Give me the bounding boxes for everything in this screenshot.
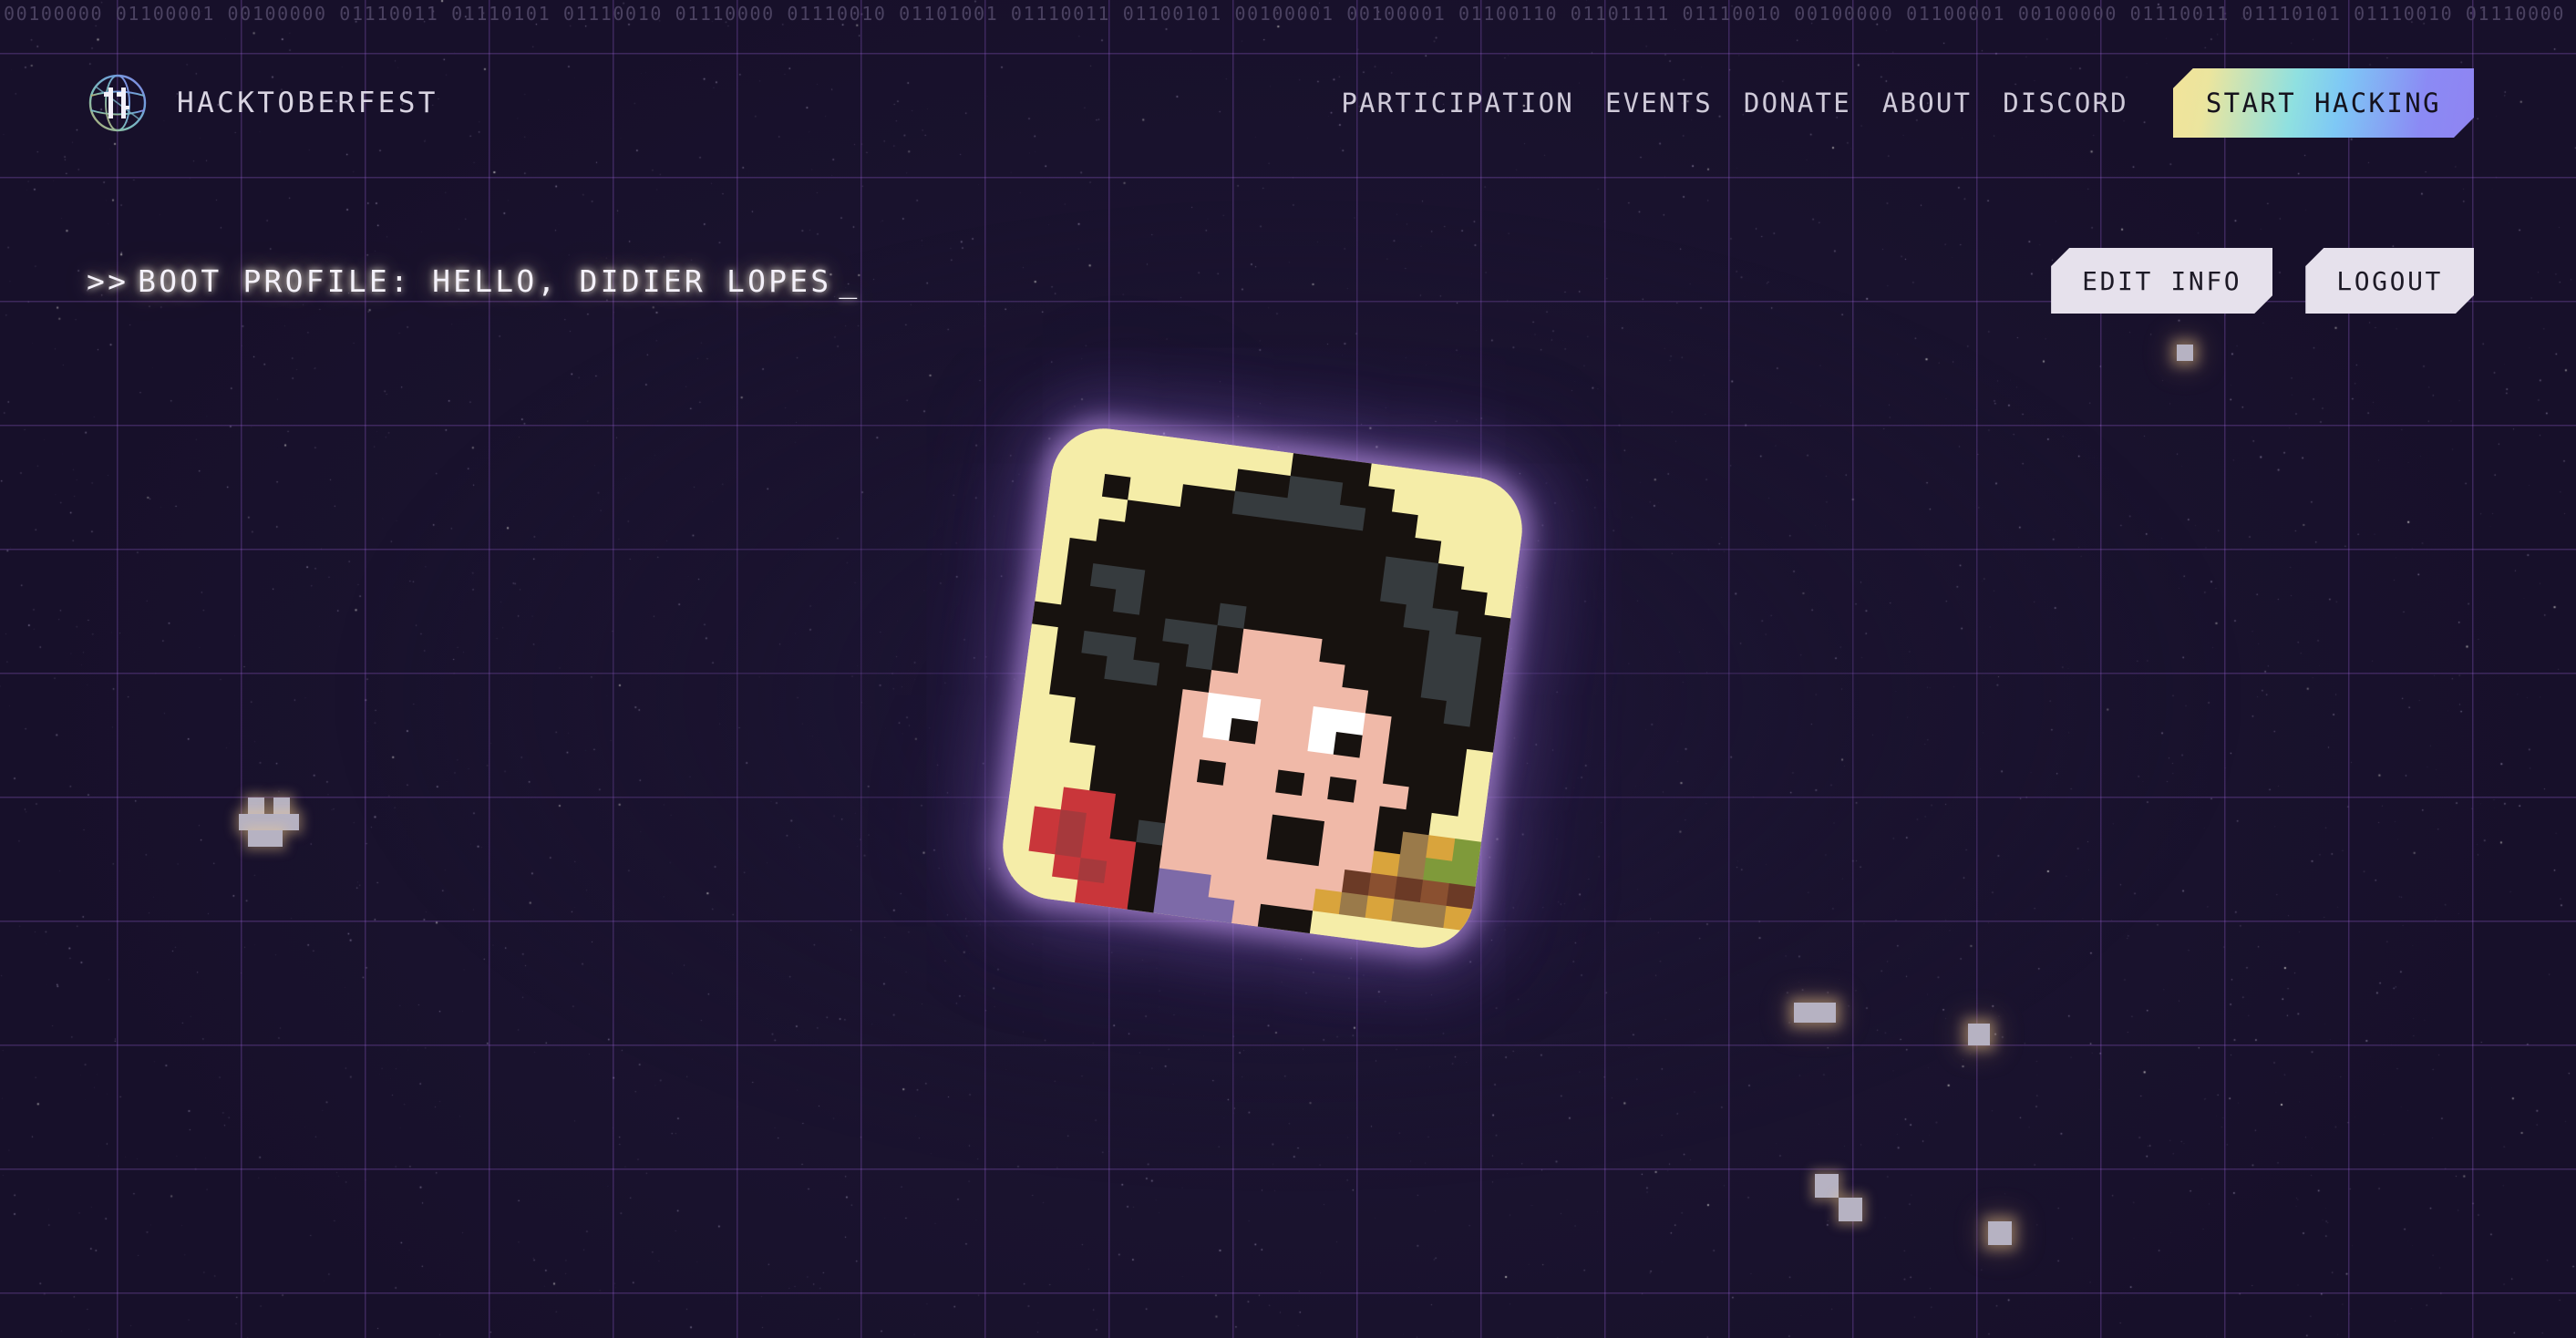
pixel-sprite-dot-a bbox=[1968, 1024, 1990, 1045]
nav-item-participation[interactable]: PARTICIPATION bbox=[1325, 87, 1590, 118]
nav-item-about[interactable]: ABOUT bbox=[1867, 87, 1987, 118]
profile-avatar-card[interactable] bbox=[996, 422, 1529, 954]
page-root: 00100000 01100001 00100000 01110011 0111… bbox=[0, 0, 2576, 1338]
binary-ticker-text: 00100000 01100001 00100000 01110011 0111… bbox=[4, 3, 2576, 25]
nav-item-events[interactable]: EVENTS bbox=[1590, 87, 1728, 118]
boot-profile-text: BOOT PROFILE: HELLO, DIDIER LOPES bbox=[138, 262, 832, 299]
edit-info-button[interactable]: EDIT INFO bbox=[2051, 248, 2272, 314]
site-header: HACKTOBERFEST PARTICIPATION EVENTS DONAT… bbox=[0, 53, 2576, 153]
binary-ticker: 00100000 01100001 00100000 01110011 0111… bbox=[0, 0, 2576, 27]
profile-actions: EDIT INFO LOGOUT bbox=[2051, 248, 2474, 314]
pixel-sprite-invader bbox=[239, 798, 321, 861]
prompt-arrows-icon: >> bbox=[87, 262, 129, 299]
pixel-sprite-bar bbox=[1794, 1003, 1836, 1023]
boot-profile-line: >> BOOT PROFILE: HELLO, DIDIER LOPES _ bbox=[87, 263, 860, 299]
pixel-sprite-stack bbox=[1815, 1174, 1897, 1238]
start-hacking-button[interactable]: START HACKING bbox=[2173, 68, 2474, 138]
profile-action-row: >> BOOT PROFILE: HELLO, DIDIER LOPES _ EDI… bbox=[0, 239, 2576, 323]
logout-button[interactable]: LOGOUT bbox=[2305, 248, 2474, 314]
nav-item-donate[interactable]: DONATE bbox=[1728, 87, 1867, 118]
brand-name: HACKTOBERFEST bbox=[177, 87, 438, 119]
brand-logo[interactable]: HACKTOBERFEST bbox=[84, 69, 438, 137]
hacktoberfest-globe-11-icon bbox=[84, 69, 151, 137]
terminal-caret-icon: _ bbox=[839, 262, 860, 299]
nav-item-discord[interactable]: DISCORD bbox=[1987, 87, 2144, 118]
pixel-sprite-dot-c bbox=[1988, 1221, 2012, 1245]
pixel-sprite-dot-b bbox=[2177, 345, 2193, 361]
main-navigation: PARTICIPATION EVENTS DONATE ABOUT DISCOR… bbox=[1325, 87, 2143, 118]
cta-wrapper: START HACKING bbox=[2173, 68, 2474, 138]
pixel-art-avatar bbox=[996, 422, 1529, 954]
